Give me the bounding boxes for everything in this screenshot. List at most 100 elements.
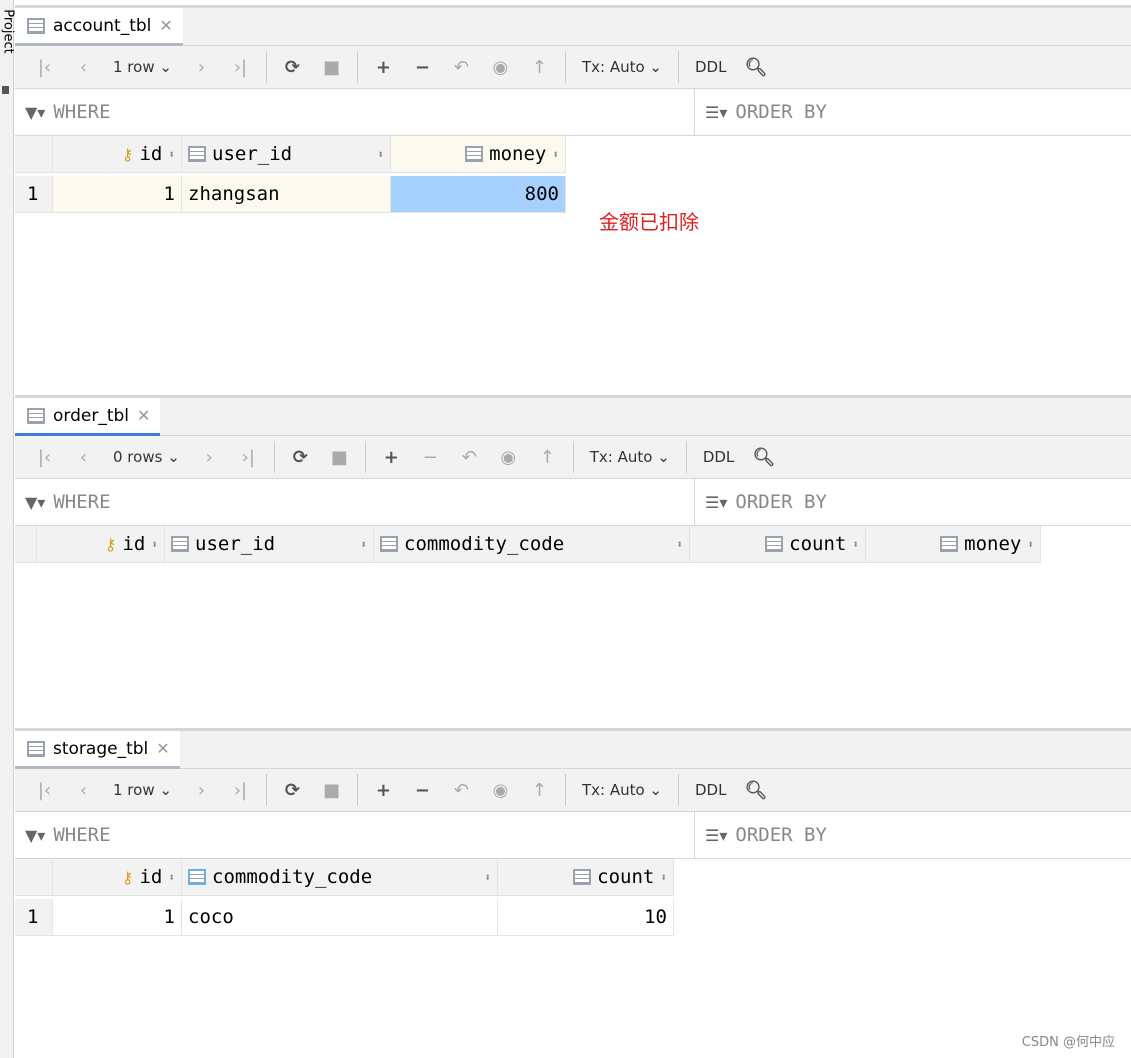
- sort-toggle-icon[interactable]: ⬍: [360, 538, 367, 551]
- tab-storage_tbl[interactable]: storage_tbl ✕: [15, 731, 180, 769]
- sort-toggle-icon[interactable]: ⬍: [168, 148, 175, 161]
- divider: [678, 51, 679, 83]
- column-name: count: [597, 866, 655, 888]
- primary-key-icon: ⚷: [104, 534, 117, 554]
- next-page-icon[interactable]: ›: [182, 780, 221, 801]
- search-icon[interactable]: 🔍︎: [736, 57, 775, 78]
- chevron-down-icon: ⌄: [652, 448, 670, 466]
- column-icon: [465, 146, 484, 162]
- search-icon[interactable]: 🔍︎: [736, 780, 775, 801]
- tx-label: Tx: Auto: [581, 58, 645, 76]
- cell-commodity_code[interactable]: coco: [182, 899, 498, 936]
- tab-label: storage_tbl: [53, 738, 149, 759]
- prev-page-icon[interactable]: ‹: [64, 57, 103, 78]
- tx-mode-dropdown[interactable]: Tx: Auto ⌄: [580, 448, 680, 466]
- cell-id[interactable]: 1: [53, 899, 182, 936]
- first-page-icon[interactable]: |‹: [25, 57, 64, 78]
- last-page-icon[interactable]: ›|: [221, 57, 260, 78]
- search-icon[interactable]: 🔍︎: [744, 447, 783, 468]
- sort-toggle-icon[interactable]: ⬍: [151, 538, 158, 551]
- ddl-button[interactable]: DDL: [693, 448, 744, 466]
- tab-account_tbl[interactable]: account_tbl ✕: [15, 8, 183, 46]
- revert-icon[interactable]: ↶: [450, 447, 489, 468]
- prev-page-icon[interactable]: ‹: [64, 447, 103, 468]
- cell-id[interactable]: 1: [53, 176, 182, 213]
- stop-icon[interactable]: ■: [312, 780, 351, 801]
- close-icon[interactable]: ✕: [137, 406, 150, 425]
- next-page-icon[interactable]: ›: [190, 447, 229, 468]
- sort-toggle-icon[interactable]: ⬍: [852, 538, 859, 551]
- sort-toggle-icon[interactable]: ⬍: [552, 148, 559, 161]
- chevron-down-icon: ⌄: [644, 781, 662, 799]
- close-icon[interactable]: ✕: [156, 739, 169, 758]
- order-by-input[interactable]: ☰▾ ORDER BY: [695, 812, 827, 858]
- refresh-icon[interactable]: ⟳: [273, 780, 312, 801]
- next-page-icon[interactable]: ›: [182, 57, 221, 78]
- tab-label: account_tbl: [53, 15, 152, 36]
- sort-toggle-icon[interactable]: ⬍: [377, 148, 384, 161]
- first-page-icon[interactable]: |‹: [25, 447, 64, 468]
- sort-icon: ☰▾: [705, 492, 728, 512]
- sort-toggle-icon[interactable]: ⬍: [168, 871, 175, 884]
- sort-toggle-icon[interactable]: ⬍: [660, 871, 667, 884]
- column-header-money[interactable]: money ⬍: [391, 136, 566, 172]
- column-header-user_id[interactable]: user_id ⬍: [182, 136, 391, 172]
- preview-icon[interactable]: ◉: [481, 780, 520, 801]
- ddl-button[interactable]: DDL: [685, 58, 736, 76]
- delete-row-icon[interactable]: −: [403, 57, 442, 78]
- rows-dropdown[interactable]: 1 row ⌄: [103, 58, 182, 76]
- sort-toggle-icon[interactable]: ⬍: [484, 871, 491, 884]
- where-filter-input[interactable]: ▼▾ WHERE: [15, 479, 695, 525]
- rows-dropdown[interactable]: 1 row ⌄: [103, 781, 182, 799]
- refresh-icon[interactable]: ⟳: [281, 447, 320, 468]
- cell-count[interactable]: 10: [498, 899, 674, 936]
- submit-icon[interactable]: ↑: [520, 57, 559, 78]
- last-page-icon[interactable]: ›|: [221, 780, 260, 801]
- order-by-input[interactable]: ☰▾ ORDER BY: [695, 89, 827, 135]
- stop-icon[interactable]: ■: [312, 57, 351, 78]
- tx-mode-dropdown[interactable]: Tx: Auto ⌄: [572, 58, 672, 76]
- revert-icon[interactable]: ↶: [442, 57, 481, 78]
- sort-icon: ☰▾: [705, 102, 728, 122]
- prev-page-icon[interactable]: ‹: [64, 780, 103, 801]
- where-filter-input[interactable]: ▼▾ WHERE: [15, 812, 695, 858]
- divider: [273, 441, 275, 473]
- project-tool-button[interactable]: Project: [1, 9, 16, 53]
- stop-icon[interactable]: ■: [320, 447, 359, 468]
- sort-toggle-icon[interactable]: ⬍: [1027, 538, 1034, 551]
- add-row-icon[interactable]: +: [364, 57, 403, 78]
- revert-icon[interactable]: ↶: [442, 780, 481, 801]
- column-header-id[interactable]: ⚷ id ⬍: [37, 526, 165, 562]
- column-header-id[interactable]: ⚷ id ⬍: [53, 859, 182, 895]
- order-by-input[interactable]: ☰▾ ORDER BY: [695, 479, 827, 525]
- first-page-icon[interactable]: |‹: [25, 780, 64, 801]
- column-header-count[interactable]: count ⬍: [690, 526, 866, 562]
- cell-money[interactable]: 800: [391, 176, 566, 213]
- refresh-icon[interactable]: ⟳: [273, 57, 312, 78]
- sort-toggle-icon[interactable]: ⬍: [676, 538, 683, 551]
- close-icon[interactable]: ✕: [159, 16, 172, 35]
- rows-dropdown[interactable]: 0 rows ⌄: [103, 448, 190, 466]
- submit-icon[interactable]: ↑: [520, 780, 559, 801]
- column-header-id[interactable]: ⚷ id ⬍: [53, 136, 182, 172]
- tab-order_tbl[interactable]: order_tbl ✕: [15, 398, 161, 436]
- where-filter-input[interactable]: ▼▾ WHERE: [15, 89, 695, 135]
- row-number: 1: [15, 899, 53, 936]
- delete-row-icon[interactable]: −: [403, 780, 442, 801]
- submit-icon[interactable]: ↑: [528, 447, 567, 468]
- column-header-commodity_code[interactable]: commodity_code ⬍: [374, 526, 690, 562]
- column-header-user_id[interactable]: user_id ⬍: [165, 526, 374, 562]
- column-header-count[interactable]: count ⬍: [498, 859, 674, 895]
- preview-icon[interactable]: ◉: [481, 57, 520, 78]
- add-row-icon[interactable]: +: [372, 447, 411, 468]
- preview-icon[interactable]: ◉: [489, 447, 528, 468]
- column-header-commodity_code[interactable]: commodity_code ⬍: [182, 859, 498, 895]
- tx-mode-dropdown[interactable]: Tx: Auto ⌄: [572, 781, 672, 799]
- cell-user_id[interactable]: zhangsan: [182, 176, 391, 213]
- column-header-money[interactable]: money ⬍: [866, 526, 1041, 562]
- last-page-icon[interactable]: ›|: [229, 447, 268, 468]
- delete-row-icon[interactable]: −: [411, 447, 450, 468]
- add-row-icon[interactable]: +: [364, 780, 403, 801]
- ddl-button[interactable]: DDL: [685, 781, 736, 799]
- structure-icon[interactable]: [2, 86, 9, 94]
